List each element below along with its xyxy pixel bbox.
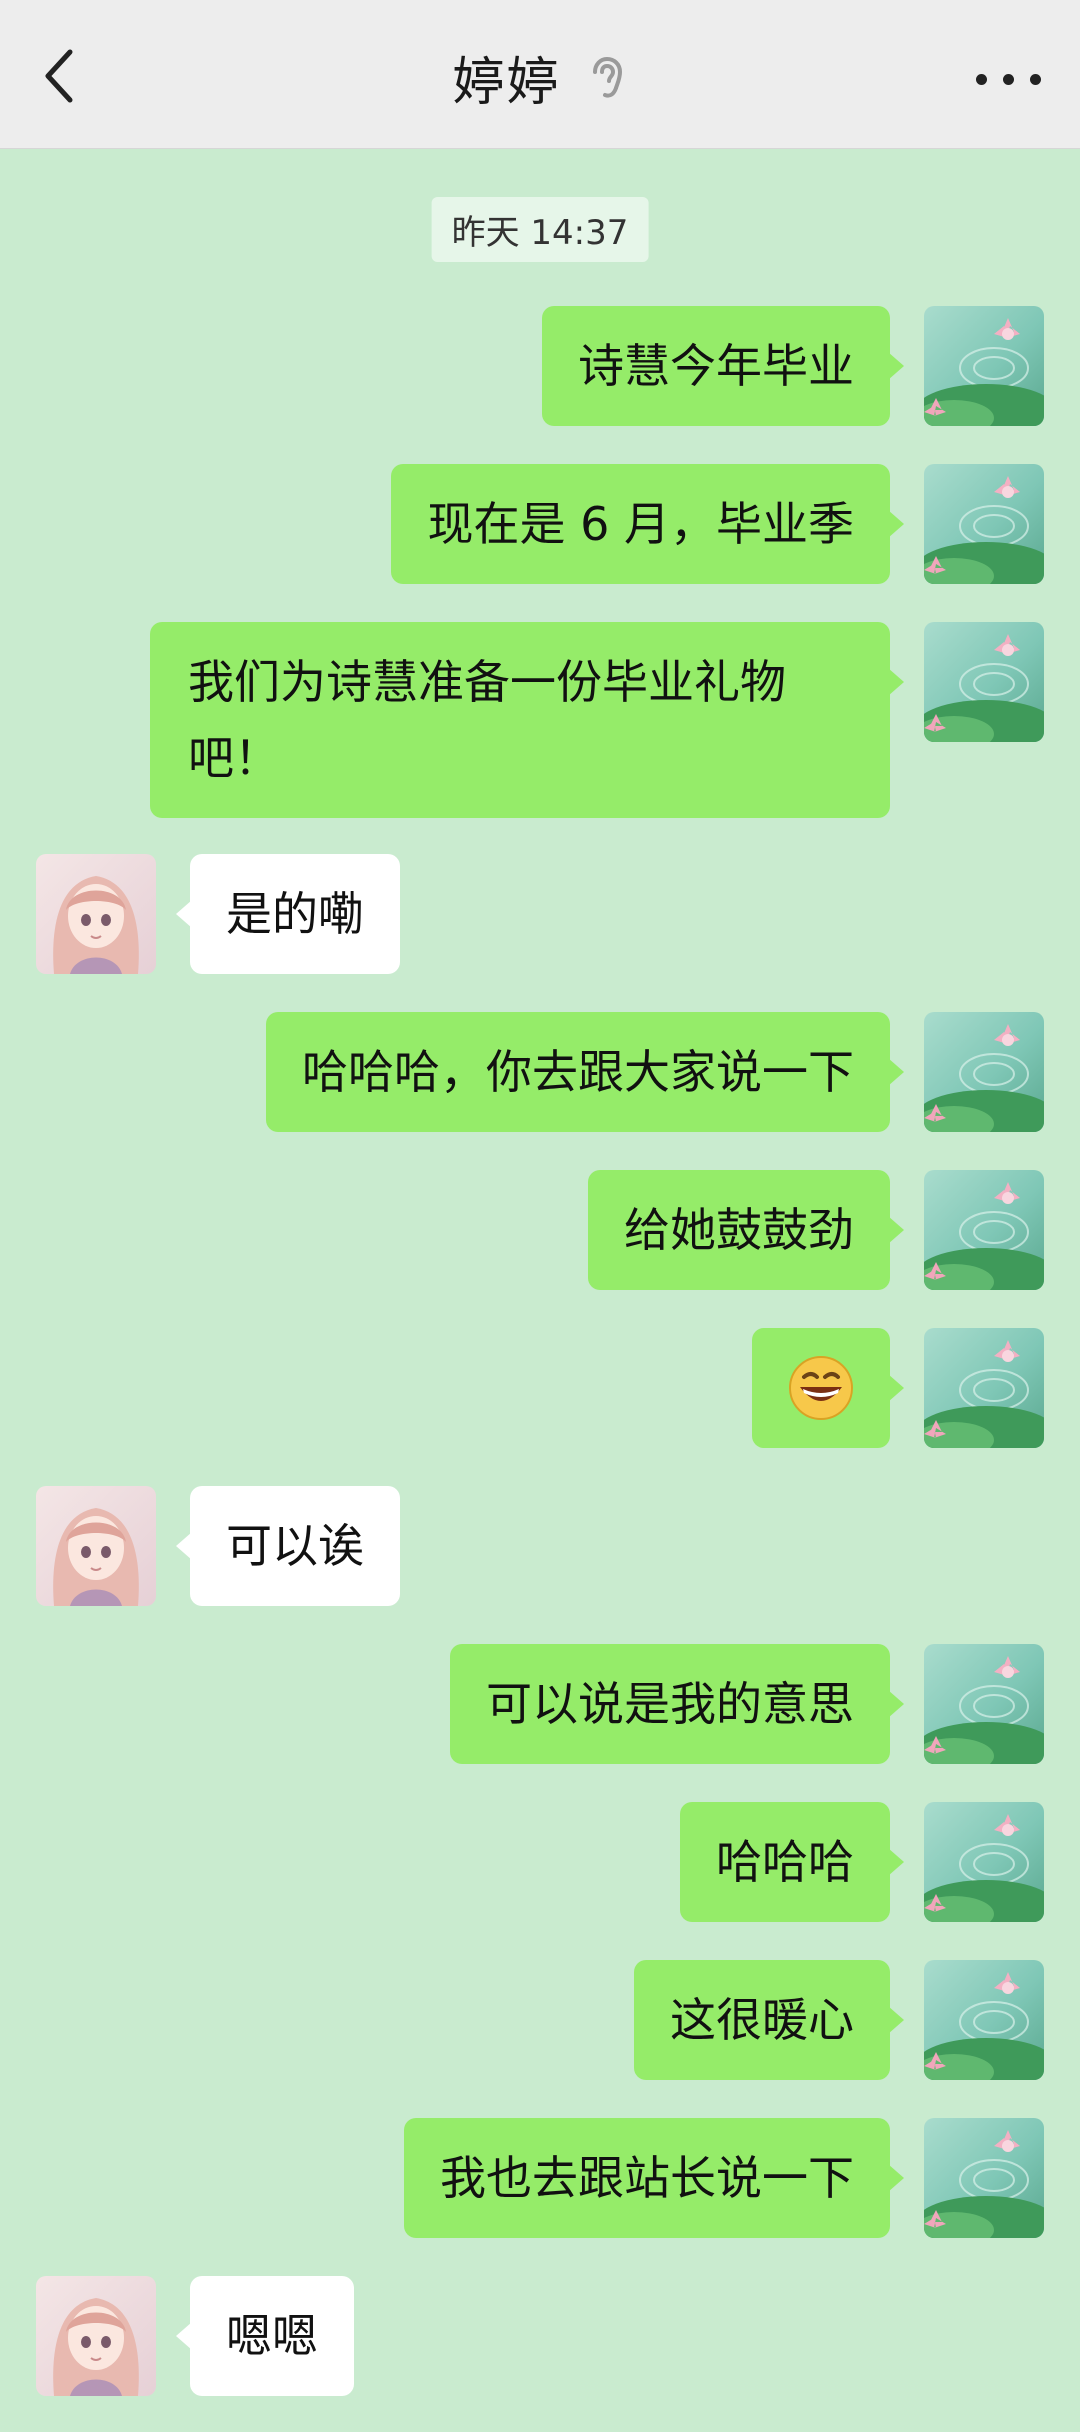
- my-avatar[interactable]: [924, 1170, 1044, 1290]
- my-avatar[interactable]: [924, 622, 1044, 742]
- message-bubble[interactable]: 哈哈哈: [680, 1802, 904, 1922]
- message-bubble[interactable]: 可以诶: [176, 1486, 400, 1606]
- message-timestamp: 昨天 14:37: [431, 197, 649, 262]
- contact-avatar[interactable]: [36, 1486, 156, 1606]
- more-options-button[interactable]: [974, 54, 1044, 104]
- message-bubble[interactable]: 嗯嗯: [176, 2276, 354, 2396]
- message-bubble[interactable]: [752, 1328, 904, 1448]
- my-avatar[interactable]: [924, 1012, 1044, 1132]
- more-dot: [1030, 74, 1041, 85]
- my-avatar[interactable]: [924, 1328, 1044, 1448]
- message-bubble[interactable]: 这很暖心: [634, 1960, 904, 2080]
- my-avatar[interactable]: [924, 2118, 1044, 2238]
- message-bubble[interactable]: 诗慧今年毕业: [542, 306, 904, 426]
- message-bubble[interactable]: 现在是 6 月，毕业季: [391, 464, 904, 584]
- message-bubble[interactable]: 是的嘞: [176, 854, 400, 974]
- message-bubble[interactable]: 我也去跟站长说一下: [404, 2118, 904, 2238]
- grinning-face-icon: [789, 1356, 853, 1420]
- my-avatar[interactable]: [924, 1644, 1044, 1764]
- chat-header: 婷婷: [0, 0, 1080, 149]
- contact-name[interactable]: 婷婷: [452, 53, 560, 113]
- my-avatar[interactable]: [924, 1960, 1044, 2080]
- message-bubble[interactable]: 哈哈哈，你去跟大家说一下: [266, 1012, 904, 1132]
- ear-icon: [592, 56, 622, 98]
- more-dot: [1003, 74, 1014, 85]
- more-dots-icon: [976, 74, 987, 85]
- contact-avatar[interactable]: [36, 854, 156, 974]
- my-avatar[interactable]: [924, 464, 1044, 584]
- message-bubble[interactable]: 我们为诗慧准备一份毕业礼物吧！: [150, 622, 904, 818]
- message-bubble[interactable]: 给她鼓鼓劲: [588, 1170, 904, 1290]
- message-bubble[interactable]: 可以说是我的意思: [450, 1644, 904, 1764]
- my-avatar[interactable]: [924, 306, 1044, 426]
- contact-avatar[interactable]: [36, 2276, 156, 2396]
- my-avatar[interactable]: [924, 1802, 1044, 1922]
- title-area: 婷婷: [0, 40, 1080, 115]
